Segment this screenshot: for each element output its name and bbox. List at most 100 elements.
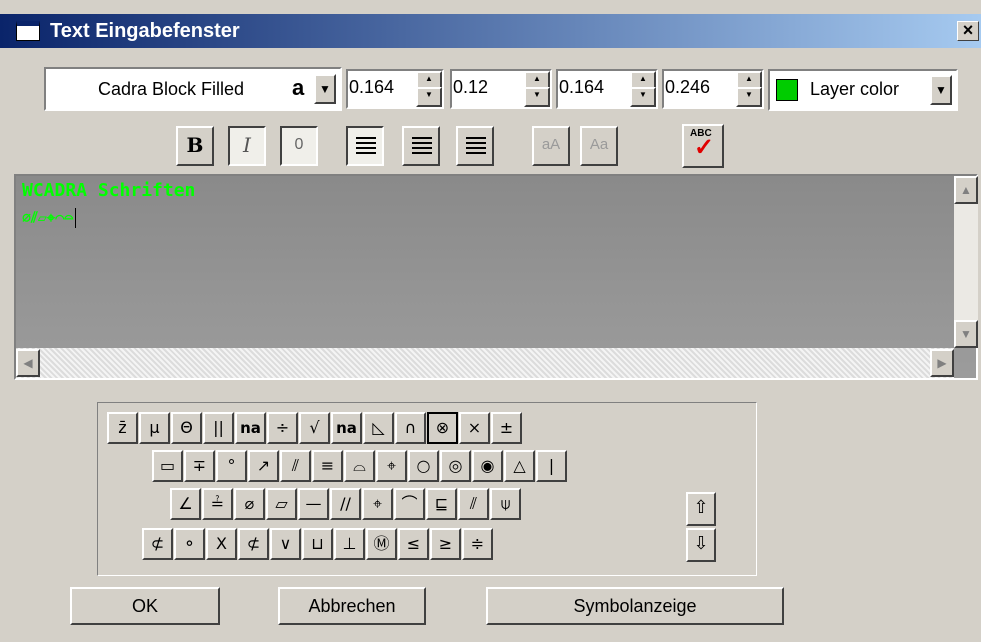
symbol-key[interactable]: ↗ (248, 450, 279, 482)
text-height-value: 0.164 (349, 77, 395, 97)
symbol-key[interactable]: X (206, 528, 237, 560)
symbol-key[interactable]: ⍦ (490, 488, 521, 520)
symbol-key[interactable]: √ (299, 412, 330, 444)
symbol-key[interactable]: na (235, 412, 266, 444)
vertical-scrollbar[interactable]: ▲ ▼ (954, 176, 978, 348)
char-spacing-field[interactable]: 0.164 ▲ ▼ (556, 69, 658, 109)
symbol-key[interactable]: Θ (171, 412, 202, 444)
symbol-key[interactable]: na (331, 412, 362, 444)
color-select[interactable]: Layer color ▼ (768, 69, 958, 111)
symbol-key[interactable]: | (536, 450, 567, 482)
symbol-key[interactable]: ∠ (170, 488, 201, 520)
symbol-key[interactable]: ◺ (363, 412, 394, 444)
symbol-key[interactable]: ⫽ (458, 488, 489, 520)
shift-up-button[interactable]: ⇧ (686, 492, 716, 526)
window-title: Text Eingabefenster (50, 20, 240, 42)
symbol-key[interactable]: ⊔ (302, 528, 333, 560)
ok-button[interactable]: OK (70, 587, 220, 625)
bold-button[interactable]: B (176, 126, 214, 166)
symbol-key[interactable]: // (330, 488, 361, 520)
symbol-key[interactable]: ± (491, 412, 522, 444)
symbol-key[interactable]: ⌒ (394, 488, 425, 520)
symbol-key[interactable]: ⌓ (344, 450, 375, 482)
align-left-icon (356, 137, 376, 139)
shift-down-button[interactable]: ⇩ (686, 528, 716, 562)
symbol-key[interactable]: ⌖ (362, 488, 393, 520)
symbol-key[interactable]: ≑ (462, 528, 493, 560)
font-preview-glyph: a (292, 75, 305, 100)
symbol-key[interactable]: ○ (408, 450, 439, 482)
symbol-key[interactable]: ⌀ (234, 488, 265, 520)
close-button[interactable]: × (957, 21, 979, 41)
symbol-key[interactable]: ÷ (267, 412, 298, 444)
symbol-key[interactable]: ≤ (398, 528, 429, 560)
symbol-key[interactable]: ⫽ (280, 450, 311, 482)
spell-check-button[interactable]: ABC ✓ (682, 124, 724, 168)
line-spacing-value: 0.246 (665, 77, 711, 97)
text-width-spinner[interactable]: ▲ ▼ (524, 71, 550, 107)
symbol-key[interactable]: ⊄ (142, 528, 173, 560)
align-center-icon (412, 137, 432, 139)
title-case-button[interactable]: Aa (580, 126, 618, 166)
text-width-field[interactable]: 0.12 ▲ ▼ (450, 69, 552, 109)
align-left-button[interactable] (346, 126, 384, 166)
font-dropdown-button[interactable]: ▼ (314, 74, 336, 104)
symbol-key[interactable]: ≟ (202, 488, 233, 520)
symbol-key[interactable]: ≥ (430, 528, 461, 560)
spin-down-icon[interactable]: ▼ (524, 87, 550, 107)
italic-button[interactable]: I (228, 126, 266, 166)
scroll-right-icon[interactable]: ▶ (930, 349, 954, 377)
horizontal-scrollbar[interactable]: ◀ ▶ (16, 348, 954, 378)
symbol-key[interactable]: — (298, 488, 329, 520)
font-select[interactable]: Cadra Block Filled a ▼ (44, 67, 342, 111)
cancel-button[interactable]: Abbrechen (278, 587, 426, 625)
symbol-key[interactable]: z̄ (107, 412, 138, 444)
scroll-down-icon[interactable]: ▼ (954, 320, 978, 348)
symbol-key[interactable]: ⊄ (238, 528, 269, 560)
symbol-key[interactable]: ⚬ (174, 528, 205, 560)
symbol-key[interactable]: ◎ (440, 450, 471, 482)
editor-line: ⌀⫽▱⌖⌒⌓ (22, 208, 77, 228)
scroll-up-icon[interactable]: ▲ (954, 176, 978, 204)
symbol-key[interactable]: ° (216, 450, 247, 482)
editor-symbols: ⌀⫽▱⌖⌒⌓ (22, 208, 74, 227)
title-bar: Text Eingabefenster × (0, 14, 981, 48)
small-caps-button[interactable]: aA (532, 126, 570, 166)
align-right-button[interactable] (456, 126, 494, 166)
symbol-key[interactable]: ⊗ (427, 412, 458, 444)
line-spacing-field[interactable]: 0.246 ▲ ▼ (662, 69, 764, 109)
color-label: Layer color (810, 79, 900, 99)
outline-button[interactable]: 0 (280, 126, 318, 166)
symbol-key[interactable]: ∓ (184, 450, 215, 482)
symbol-display-button[interactable]: Symbolanzeige (486, 587, 784, 625)
line-spacing-spinner[interactable]: ▲ ▼ (736, 71, 762, 107)
text-editor[interactable]: WCADRA Schriften ⌀⫽▱⌖⌒⌓ ▲ ▼ ◀ ▶ (14, 174, 978, 380)
symbol-key[interactable]: || (203, 412, 234, 444)
window-icon (16, 21, 40, 41)
symbol-key[interactable]: ≡ (312, 450, 343, 482)
symbol-key[interactable]: ◉ (472, 450, 503, 482)
symbol-key[interactable]: ▱ (266, 488, 297, 520)
text-height-spinner[interactable]: ▲ ▼ (416, 71, 442, 107)
symbol-key[interactable]: ⊥ (334, 528, 365, 560)
symbol-key[interactable]: ∨ (270, 528, 301, 560)
symbol-key[interactable]: ⊑ (426, 488, 457, 520)
align-center-button[interactable] (402, 126, 440, 166)
char-spacing-spinner[interactable]: ▲ ▼ (630, 71, 656, 107)
editor-line: WCADRA Schriften (22, 180, 196, 201)
symbol-key[interactable]: Ⓜ (366, 528, 397, 560)
symbol-key[interactable]: µ (139, 412, 170, 444)
symbol-key[interactable]: ▭ (152, 450, 183, 482)
symbol-key[interactable]: ⨯ (459, 412, 490, 444)
color-swatch (776, 79, 798, 101)
symbol-key[interactable]: ⌖ (376, 450, 407, 482)
color-dropdown-button[interactable]: ▼ (930, 75, 952, 105)
spin-down-icon[interactable]: ▼ (416, 87, 442, 107)
symbol-key[interactable]: △ (504, 450, 535, 482)
char-spacing-value: 0.164 (559, 77, 605, 97)
scroll-left-icon[interactable]: ◀ (16, 349, 40, 377)
text-height-field[interactable]: 0.164 ▲ ▼ (346, 69, 444, 109)
spin-down-icon[interactable]: ▼ (736, 87, 762, 107)
spin-down-icon[interactable]: ▼ (630, 87, 656, 107)
symbol-key[interactable]: ∩ (395, 412, 426, 444)
